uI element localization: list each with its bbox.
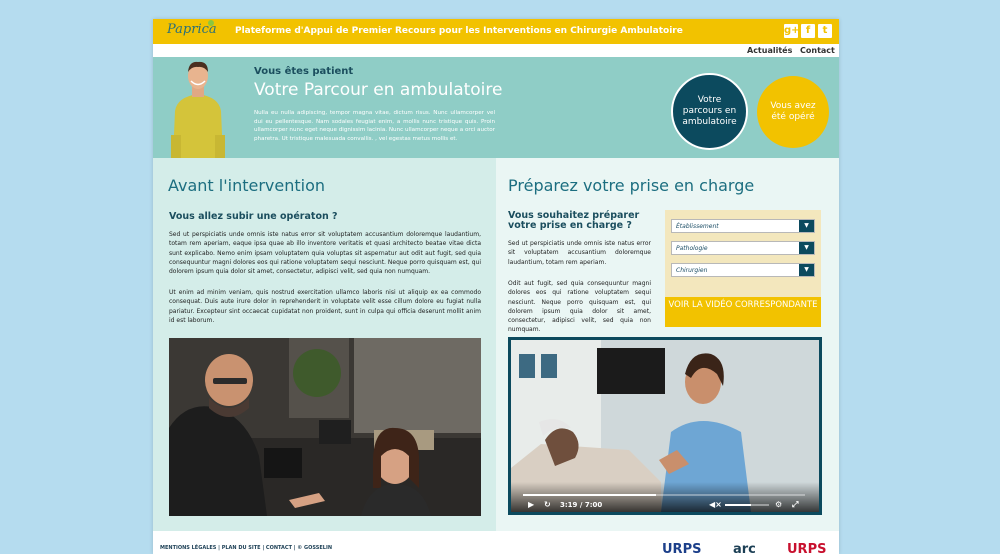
search-form: Établissement ▼ Pathologie ▼ Chirurgien … [665, 210, 821, 298]
site-title: Plateforme d'Appui de Premier Recours po… [235, 26, 683, 36]
video-progress-fill [523, 494, 656, 496]
partner-logo-arc: arc [733, 542, 756, 554]
volume-fill [725, 504, 752, 506]
footer-links[interactable]: MENTIONS LÉGALES | PLAN DU SITE | CONTAC… [160, 545, 332, 551]
nav-link-contact[interactable]: Contact [800, 46, 835, 55]
google-plus-icon[interactable]: g+ [784, 24, 800, 38]
hero-title: Votre Parcour en ambulatoire [254, 80, 503, 100]
hero-text: Nulla eu nulla adipiscing, tempor magna … [254, 110, 495, 142]
avant-intervention-section: Avant l'intervention Vous allez subir un… [153, 158, 496, 531]
page: Paprica Plateforme d'Appui de Premier Re… [153, 19, 839, 554]
twitter-icon[interactable]: t [818, 24, 832, 38]
top-bar: Paprica Plateforme d'Appui de Premier Re… [153, 19, 839, 44]
avant-intervention-subtitle: Vous allez subir une opératon ? [169, 211, 338, 222]
chevron-down-icon: ▼ [799, 220, 814, 232]
nav-link-actualites[interactable]: Actualités [747, 46, 792, 55]
volume-slider[interactable] [725, 504, 769, 506]
play-icon[interactable]: ▶ [528, 500, 534, 509]
prise-en-charge-title: Préparez votre prise en charge [508, 176, 755, 195]
avant-intervention-text-1: Sed ut perspiciatis unde omnis iste natu… [169, 231, 481, 276]
replay-icon[interactable]: ↻ [544, 500, 551, 509]
facebook-icon[interactable]: f [801, 24, 815, 38]
select-etablissement-value: Établissement [676, 223, 719, 230]
prise-en-charge-text-1: Sed ut perspiciatis unde omnis iste natu… [508, 240, 651, 266]
avant-intervention-title: Avant l'intervention [168, 176, 326, 195]
parcours-ambulatoire-button[interactable]: Votre parcours en ambulatoire [671, 73, 748, 150]
patient-photo [171, 61, 225, 158]
prise-en-charge-text-2: Odit aut fugit, sed quia consequuntur ma… [508, 280, 651, 334]
video-progress-bar[interactable] [523, 494, 805, 496]
settings-icon[interactable]: ⚙ [775, 500, 782, 509]
select-chirurgien[interactable]: Chirurgien ▼ [671, 263, 815, 277]
logo-dot-icon [208, 20, 214, 26]
video-player[interactable]: ▶ ↻ 3:19 / 7:00 ◀× ⚙ ⤢ [508, 337, 822, 515]
hero-kicker: Vous êtes patient [254, 66, 354, 77]
voir-video-button[interactable]: VOIR LA VIDÉO CORRESPONDANTE [665, 297, 821, 327]
partner-logo-urps: URPS [662, 542, 702, 554]
reception-photo [169, 338, 481, 516]
fullscreen-icon[interactable]: ⤢ [792, 500, 798, 510]
vous-avez-ete-opere-label: Vous avez été opéré [770, 100, 816, 122]
select-chirurgien-value: Chirurgien [676, 267, 708, 274]
video-time: 3:19 / 7:00 [560, 501, 603, 509]
hero-banner: Vous êtes patient Votre Parcour en ambul… [153, 57, 839, 158]
select-etablissement[interactable]: Établissement ▼ [671, 219, 815, 233]
prise-en-charge-subtitle: Vous souhaitez préparer votre prise en c… [508, 210, 640, 231]
parcours-ambulatoire-label: Votre parcours en ambulatoire [682, 94, 737, 128]
select-pathologie[interactable]: Pathologie ▼ [671, 241, 815, 255]
avant-intervention-text-2: Ut enim ad minim veniam, quis nostrud ex… [169, 289, 481, 324]
select-pathologie-value: Pathologie [676, 245, 708, 252]
partner-logo-urps-mb: URPS mb [787, 542, 827, 554]
mute-icon[interactable]: ◀× [709, 500, 722, 509]
vous-avez-ete-opere-button[interactable]: Vous avez été opéré [757, 76, 829, 148]
chevron-down-icon: ▼ [799, 242, 814, 254]
video-controls: ▶ ↻ 3:19 / 7:00 ◀× ⚙ ⤢ [511, 482, 819, 512]
prise-en-charge-section: Préparez votre prise en charge Vous souh… [496, 158, 839, 531]
chevron-down-icon: ▼ [799, 264, 814, 276]
